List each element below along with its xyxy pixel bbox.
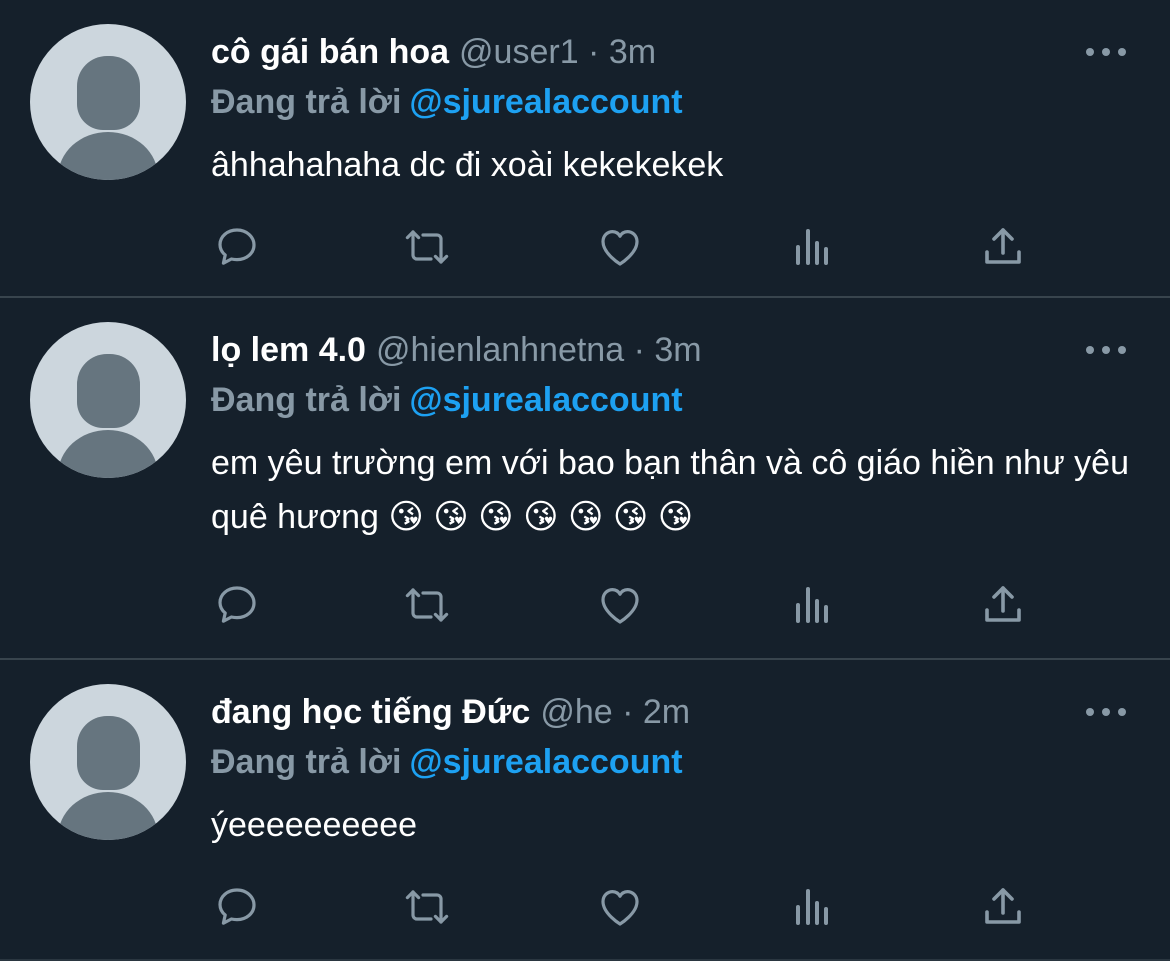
avatar-head-shape — [77, 716, 140, 790]
reply-button[interactable] — [211, 222, 263, 272]
handle-and-time[interactable]: @he · 2m — [540, 693, 690, 731]
tweet-text: em yêu trường em với bao bạn thân và cô … — [211, 444, 1129, 536]
share-button[interactable] — [977, 882, 1029, 932]
heart-icon — [601, 890, 639, 926]
avatar[interactable] — [30, 24, 186, 180]
share-icon — [985, 586, 1021, 622]
analytics-icon — [796, 889, 828, 925]
tweet[interactable]: cô gái bán hoa @user1 · 3m Đang trả lời @s… — [0, 0, 1170, 298]
replying-to-label: Đang trả lời — [211, 381, 402, 419]
heart-icon — [601, 230, 639, 266]
display-name[interactable]: đang học tiếng Đức — [211, 693, 530, 731]
share-button[interactable] — [977, 580, 1029, 630]
retweet-button[interactable] — [401, 222, 453, 272]
more-dot — [1102, 48, 1110, 56]
display-name[interactable]: cô gái bán hoa — [211, 33, 449, 71]
tweet-actions — [211, 222, 1031, 272]
tweet-header: lọ lem 4.0 @hienlanhnetna · 3m — [211, 328, 702, 372]
avatar-head-shape — [77, 354, 140, 428]
like-button[interactable] — [594, 580, 646, 630]
replying-to-label: Đang trả lời — [211, 743, 402, 781]
comment-icon — [218, 228, 256, 265]
analytics-icon — [796, 229, 828, 265]
comment-icon — [218, 586, 256, 623]
replying-to: Đang trả lời @sjurealaccount — [211, 80, 683, 124]
retweet-icon — [405, 588, 449, 622]
tweet[interactable]: đang học tiếng Đức @he · 2m Đang trả lời @… — [0, 660, 1170, 961]
tweet-header: đang học tiếng Đức @he · 2m — [211, 690, 690, 734]
tweet-actions — [211, 580, 1031, 630]
reply-button[interactable] — [211, 580, 263, 630]
avatar-body-shape — [58, 132, 158, 180]
share-icon — [985, 228, 1021, 264]
retweet-button[interactable] — [401, 580, 453, 630]
replying-to-handle[interactable]: @sjurealaccount — [409, 83, 682, 121]
tweet-actions — [211, 882, 1031, 932]
like-button[interactable] — [594, 222, 646, 272]
more-dots-icon — [1086, 708, 1094, 716]
display-name[interactable]: lọ lem 4.0 — [211, 331, 366, 369]
avatar[interactable] — [30, 684, 186, 840]
retweet-icon — [405, 890, 449, 924]
more-dot — [1118, 346, 1126, 354]
avatar-body-shape — [58, 792, 158, 840]
reply-button[interactable] — [211, 882, 263, 932]
tweet-text: ýeeeeeeeeee — [211, 806, 418, 844]
analytics-icon — [796, 587, 828, 623]
replying-to-label: Đang trả lời — [211, 83, 402, 121]
avatar[interactable] — [30, 322, 186, 478]
like-button[interactable] — [594, 882, 646, 932]
replying-to: Đang trả lời @sjurealaccount — [211, 378, 683, 422]
more-options-button[interactable] — [1086, 694, 1126, 730]
more-dots-icon — [1086, 346, 1094, 354]
more-dot — [1118, 48, 1126, 56]
retweet-button[interactable] — [401, 882, 453, 932]
handle-and-time[interactable]: @user1 · 3m — [459, 33, 656, 71]
more-dots-icon — [1086, 48, 1094, 56]
replying-to-handle[interactable]: @sjurealaccount — [409, 381, 682, 419]
handle-and-time[interactable]: @hienlanhnetna · 3m — [376, 331, 702, 369]
replying-to: Đang trả lời @sjurealaccount — [211, 740, 683, 784]
analytics-button[interactable] — [786, 882, 838, 932]
avatar-head-shape — [77, 56, 140, 130]
analytics-button[interactable] — [786, 580, 838, 630]
more-dot — [1102, 346, 1110, 354]
tweet[interactable]: lọ lem 4.0 @hienlanhnetna · 3m Đang trả l… — [0, 298, 1170, 660]
replying-to-handle[interactable]: @sjurealaccount — [409, 743, 682, 781]
share-icon — [985, 888, 1021, 924]
analytics-button[interactable] — [786, 222, 838, 272]
more-options-button[interactable] — [1086, 34, 1126, 70]
share-button[interactable] — [977, 222, 1029, 272]
tweet-text: âhhahahaha dc đi xoài kekekekek — [211, 146, 724, 184]
more-dot — [1118, 708, 1126, 716]
avatar-body-shape — [58, 430, 158, 478]
reply-feed: cô gái bán hoa @user1 · 3m Đang trả lời @s… — [0, 0, 1170, 961]
comment-icon — [218, 888, 256, 925]
retweet-icon — [405, 230, 449, 264]
more-options-button[interactable] — [1086, 332, 1126, 368]
more-dot — [1102, 708, 1110, 716]
tweet-header: cô gái bán hoa @user1 · 3m — [211, 30, 656, 74]
heart-icon — [601, 588, 639, 624]
